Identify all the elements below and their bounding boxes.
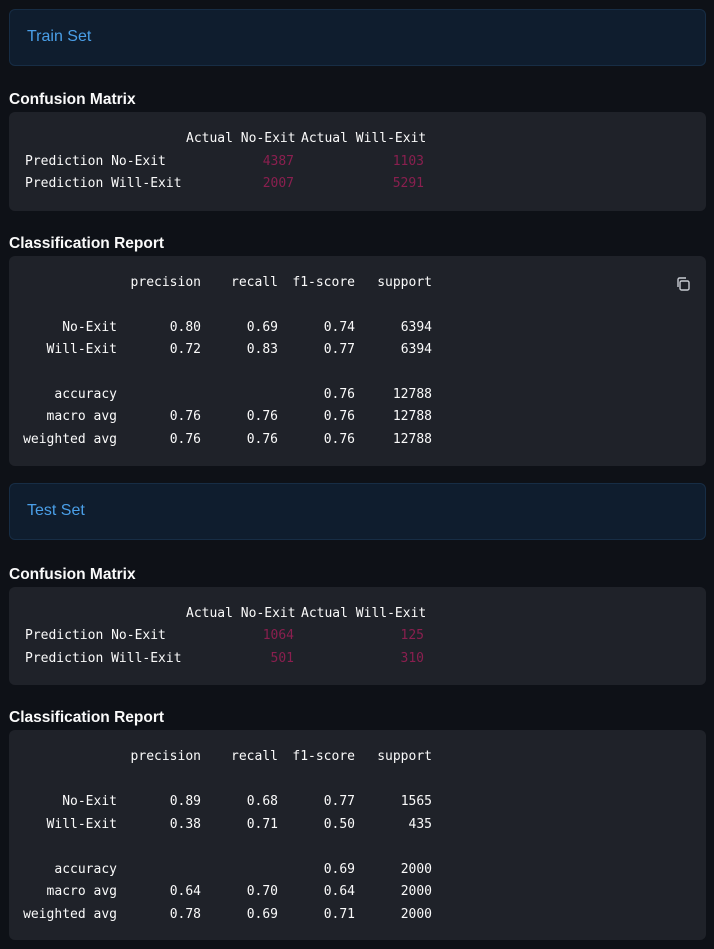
cm-col-header: Actual No-Exit: [186, 131, 296, 146]
cr-row-label: Will-Exit: [46, 342, 117, 357]
cm-value: 125: [400, 628, 424, 643]
cr-f1: 0.50: [323, 817, 355, 832]
cr-row-label: No-Exit: [62, 320, 117, 335]
cr-support: 12788: [392, 432, 432, 447]
cm-value: 310: [400, 651, 424, 666]
cr-support: 2000: [400, 862, 432, 877]
cr-recall: 0.71: [246, 817, 278, 832]
cr-col-header: precision: [130, 275, 201, 290]
cr-col-header: recall: [231, 275, 278, 290]
cr-row-label: macro avg: [46, 884, 117, 899]
cr-row-label: accuracy: [54, 862, 117, 877]
cm-row-label: Prediction Will-Exit: [25, 651, 182, 666]
cm-value: 5291: [392, 176, 424, 191]
cr-row-label: macro avg: [46, 409, 117, 424]
train-classification-report-heading: Classification Report: [9, 235, 165, 252]
cr-recall: 0.83: [246, 342, 278, 357]
cr-precision: 0.76: [169, 432, 201, 447]
cm-col-header: Actual Will-Exit: [301, 606, 427, 621]
cm-row-label: Prediction No-Exit: [25, 154, 166, 169]
cr-precision: 0.76: [169, 409, 201, 424]
cm-value: 1064: [262, 628, 294, 643]
train-confusion-matrix-heading: Confusion Matrix: [9, 91, 136, 108]
cr-col-header: precision: [130, 749, 201, 764]
cm-row-label: Prediction Will-Exit: [25, 176, 182, 191]
cr-f1: 0.69: [323, 862, 355, 877]
copy-icon[interactable]: [675, 276, 691, 292]
cr-precision: 0.89: [169, 794, 201, 809]
cr-col-header: recall: [231, 749, 278, 764]
cr-row-label: weighted avg: [23, 907, 117, 922]
cr-support: 12788: [392, 387, 432, 402]
cr-recall: 0.69: [246, 320, 278, 335]
cr-support: 435: [408, 817, 432, 832]
cr-recall: 0.76: [246, 409, 278, 424]
test-set-banner: Test Set: [9, 483, 706, 540]
cr-recall: 0.69: [246, 907, 278, 922]
cr-row-label: Will-Exit: [46, 817, 117, 832]
cr-col-header: support: [377, 749, 432, 764]
test-classification-report-heading: Classification Report: [9, 709, 165, 726]
cr-support: 2000: [400, 884, 432, 899]
cm-value: 2007: [262, 176, 294, 191]
cr-col-header: f1-score: [292, 749, 355, 764]
cr-precision: 0.64: [169, 884, 201, 899]
cm-col-header: Actual No-Exit: [186, 606, 296, 621]
cr-recall: 0.76: [246, 432, 278, 447]
cm-row-label: Prediction No-Exit: [25, 628, 166, 643]
train-confusion-matrix-block: Actual No-Exit Actual Will-Exit Predicti…: [9, 112, 706, 211]
cr-row-label: weighted avg: [23, 432, 117, 447]
cr-f1: 0.71: [323, 907, 355, 922]
test-classification-report-block: precision recall f1-score support No-Exi…: [9, 730, 706, 940]
cr-col-header: support: [377, 275, 432, 290]
cr-precision: 0.80: [169, 320, 201, 335]
cr-row-label: No-Exit: [62, 794, 117, 809]
cr-support: 2000: [400, 907, 432, 922]
train-classification-report-block: precision recall f1-score support No-Exi…: [9, 256, 706, 466]
cr-precision: 0.78: [169, 907, 201, 922]
cr-f1: 0.64: [323, 884, 355, 899]
cr-precision: 0.38: [169, 817, 201, 832]
train-set-banner: Train Set: [9, 9, 706, 66]
cr-f1: 0.77: [323, 342, 355, 357]
cm-value: 4387: [262, 154, 294, 169]
cr-support: 12788: [392, 409, 432, 424]
cr-recall: 0.68: [246, 794, 278, 809]
cr-precision: 0.72: [169, 342, 201, 357]
train-set-title: Train Set: [27, 28, 92, 45]
cr-recall: 0.70: [246, 884, 278, 899]
cm-value: 501: [270, 651, 294, 666]
cr-col-header: f1-score: [292, 275, 355, 290]
test-confusion-matrix-block: Actual No-Exit Actual Will-Exit Predicti…: [9, 587, 706, 685]
cr-support: 6394: [400, 320, 432, 335]
cr-support: 6394: [400, 342, 432, 357]
cm-value: 1103: [392, 154, 424, 169]
cr-row-label: accuracy: [54, 387, 117, 402]
cr-f1: 0.76: [323, 432, 355, 447]
cr-f1: 0.74: [323, 320, 355, 335]
cr-f1: 0.76: [323, 409, 355, 424]
cr-f1: 0.76: [323, 387, 355, 402]
test-set-title: Test Set: [27, 502, 85, 519]
cm-col-header: Actual Will-Exit: [301, 131, 427, 146]
test-confusion-matrix-heading: Confusion Matrix: [9, 566, 136, 583]
cr-support: 1565: [400, 794, 432, 809]
cr-f1: 0.77: [323, 794, 355, 809]
